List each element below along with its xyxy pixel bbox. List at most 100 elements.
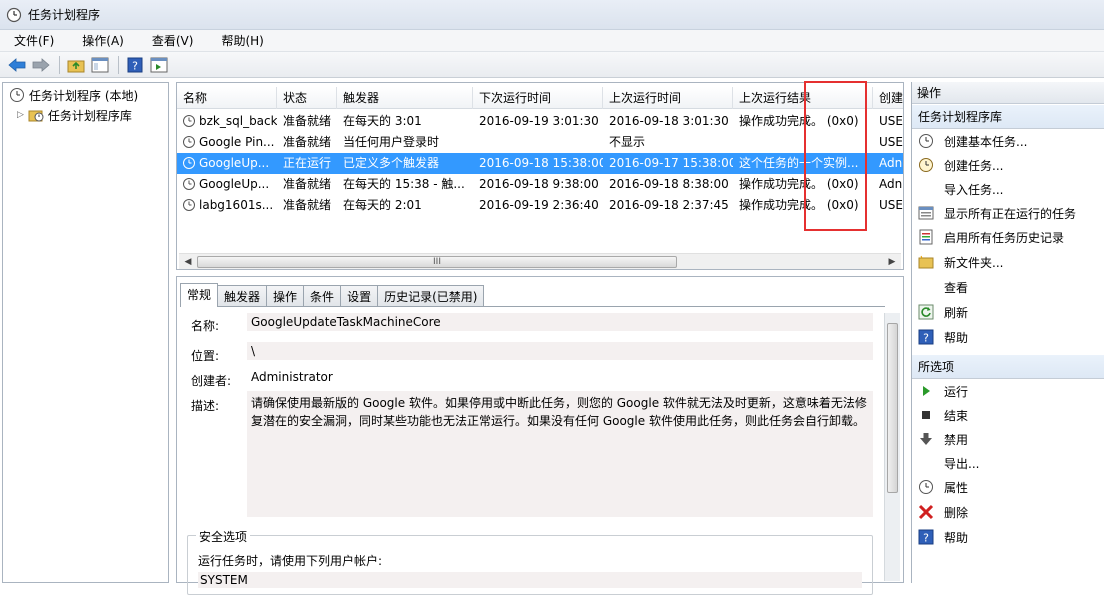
action-export[interactable]: 导出... [918, 452, 979, 474]
up-folder-button[interactable] [65, 55, 87, 75]
action-label: 属性 [944, 480, 969, 495]
create-basic-task-icon [918, 133, 934, 149]
history-icon [918, 229, 934, 245]
scroll-left-icon[interactable]: ◀ [181, 256, 195, 268]
action-refresh[interactable]: 刷新 [918, 301, 968, 323]
task-row[interactable]: labg1601s... 准备就绪 在每天的 2:01 2016-09-19 2:36… [177, 195, 903, 216]
cell-name: Google Pin... [199, 135, 275, 149]
action-help[interactable]: ? 帮助 [918, 326, 968, 348]
show-hide-console-tree-button[interactable] [89, 55, 111, 75]
toolbar-separator [118, 55, 119, 74]
vertical-scrollbar[interactable] [884, 313, 900, 581]
menu-file[interactable]: 文件(F) [8, 31, 60, 50]
description-text[interactable]: 请确保使用最新版的 Google 软件。如果停用或中断此任务，则您的 Googl… [247, 391, 873, 517]
actions-section-selected[interactable]: 所选项 [912, 355, 1104, 379]
task-list: 名称 状态 触发器 下次运行时间 上次运行时间 上次运行结果 创建 bzk_sq… [176, 82, 904, 270]
cell-next-run: 2016-09-18 15:38:00 [479, 156, 603, 170]
action-run[interactable]: 运行 [918, 380, 968, 402]
action-delete[interactable]: 删除 [918, 501, 968, 523]
cell-status: 准备就绪 [283, 135, 332, 149]
tree-root-label: 任务计划程序 (本地) [29, 88, 139, 103]
cell-last-run: 2016-09-18 2:37:45 [609, 198, 729, 212]
cell-next-run: 2016-09-18 9:38:00 [479, 177, 599, 191]
column-header-name[interactable]: 名称 [177, 87, 277, 109]
tree-library-item[interactable]: ▷ 任务计划程序库 [17, 105, 132, 125]
menu-action[interactable]: 操作(A) [76, 31, 130, 50]
task-row[interactable]: Google Pin... 准备就绪 当任何用户登录时 不显示 USE [177, 132, 903, 153]
cell-status: 准备就绪 [283, 177, 332, 191]
cell-author: Adn [879, 177, 903, 191]
help-button[interactable]: ? [124, 55, 146, 75]
cell-last-result: 操作成功完成。 (0x0) [739, 198, 859, 212]
cell-last-run: 不显示 [609, 135, 646, 149]
tab-actions[interactable]: 操作 [266, 285, 305, 307]
show-hide-action-pane-button[interactable] [148, 55, 170, 75]
tab-settings[interactable]: 设置 [340, 285, 379, 307]
expand-arrow-icon[interactable]: ▷ [17, 110, 24, 120]
cell-last-run: 2016-09-17 15:38:00 [609, 156, 733, 170]
action-label: 删除 [944, 505, 969, 520]
tab-triggers[interactable]: 触发器 [217, 285, 268, 307]
column-header-next-run[interactable]: 下次运行时间 [473, 87, 603, 109]
action-help-selected[interactable]: ? 帮助 [918, 526, 968, 548]
action-label: 创建任务... [944, 158, 1004, 173]
list-header: 名称 状态 触发器 下次运行时间 上次运行时间 上次运行结果 创建 [177, 87, 903, 109]
name-value[interactable]: GoogleUpdateTaskMachineCore [247, 313, 873, 331]
toolbar: ? [0, 52, 1104, 78]
vertical-scroll-thumb[interactable] [887, 323, 898, 493]
window-title: 任务计划程序 [28, 8, 101, 22]
running-tasks-icon [918, 205, 934, 221]
forward-button[interactable] [30, 55, 52, 75]
cell-name: GoogleUp... [199, 177, 270, 191]
horizontal-scroll-thumb[interactable]: III [197, 256, 677, 268]
menu-view[interactable]: 查看(V) [146, 31, 200, 50]
column-header-trigger[interactable]: 触发器 [337, 87, 473, 109]
cell-name: bzk_sql_back [199, 114, 277, 128]
action-enable-history[interactable]: 启用所有任务历史记录 [918, 226, 1064, 248]
location-value[interactable]: \ [247, 342, 873, 360]
action-display-running-tasks[interactable]: 显示所有正在运行的任务 [918, 202, 1076, 224]
security-user-value[interactable]: SYSTEM [198, 572, 862, 588]
back-button[interactable] [6, 55, 28, 75]
actions-pane: 操作 任务计划程序库 创建基本任务... 创建任务... 导入任务... 显示所… [911, 82, 1104, 583]
svg-text:?: ? [132, 59, 138, 72]
tab-general[interactable]: 常规 [180, 283, 219, 307]
cell-last-result: 操作成功完成。 (0x0) [739, 114, 859, 128]
action-properties[interactable]: 属性 [918, 476, 968, 498]
task-row[interactable]: GoogleUp... 正在运行 已定义多个触发器 2016-09-18 15:38:… [177, 153, 903, 174]
tab-conditions[interactable]: 条件 [303, 285, 342, 307]
tab-history[interactable]: 历史记录(已禁用) [377, 285, 485, 307]
action-label: 创建基本任务... [944, 134, 1028, 149]
cell-last-result [733, 132, 873, 153]
column-header-author[interactable]: 创建 [873, 87, 903, 109]
column-header-last-run[interactable]: 上次运行时间 [603, 87, 733, 109]
tree-root-item[interactable]: 任务计划程序 (本地) [9, 85, 138, 105]
action-pane-icon [150, 57, 168, 72]
column-header-status[interactable]: 状态 [277, 87, 337, 109]
folder-up-icon [67, 60, 85, 72]
tree-library-label: 任务计划程序库 [47, 108, 132, 123]
properties-clock-icon [918, 479, 934, 495]
horizontal-scrollbar[interactable]: ◀ III ▶ [179, 253, 901, 269]
action-end[interactable]: 结束 [918, 404, 968, 426]
action-view[interactable]: 查看 [918, 276, 968, 298]
action-create-basic-task[interactable]: 创建基本任务... [918, 130, 1027, 152]
action-label: 帮助 [944, 530, 969, 545]
author-label: 创建者: [191, 374, 232, 388]
task-row[interactable]: bzk_sql_back 准备就绪 在每天的 3:01 2016-09-19 3:01… [177, 111, 903, 132]
author-value[interactable]: Administrator [247, 368, 873, 386]
action-disable[interactable]: 禁用 [918, 428, 968, 450]
action-create-task[interactable]: 创建任务... [918, 154, 1003, 176]
cell-last-run: 2016-09-18 3:01:30 [609, 114, 729, 128]
actions-section-library[interactable]: 任务计划程序库 [912, 105, 1104, 129]
console-tree: 任务计划程序 (本地) ▷ 任务计划程序库 [2, 82, 169, 583]
cell-trigger: 已定义多个触发器 [343, 156, 440, 170]
action-import-task[interactable]: 导入任务... [918, 178, 1003, 200]
column-header-last-result[interactable]: 上次运行结果 [733, 87, 873, 109]
scroll-right-icon[interactable]: ▶ [885, 256, 899, 268]
menu-help[interactable]: 帮助(H) [215, 31, 269, 50]
title-bar: 任务计划程序 [0, 0, 1104, 30]
task-row[interactable]: GoogleUp... 准备就绪 在每天的 15:38 - 触... 2016-09-… [177, 174, 903, 195]
action-label: 禁用 [944, 432, 969, 447]
action-new-folder[interactable]: 新文件夹... [918, 251, 1003, 273]
